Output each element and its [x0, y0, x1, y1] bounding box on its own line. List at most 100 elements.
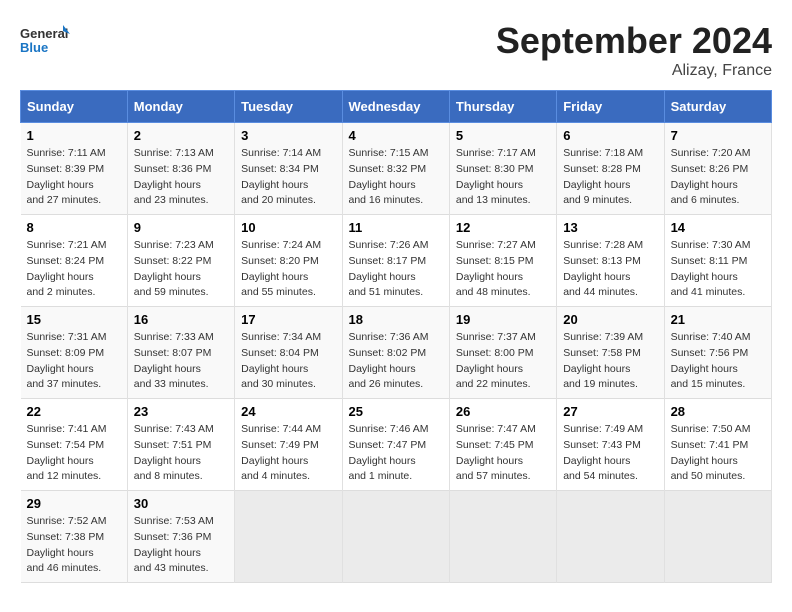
day-info: Sunrise: 7:37 AM Sunset: 8:00 PM Dayligh… [456, 330, 550, 393]
daylight-label: Daylight hours [671, 271, 738, 283]
daylight-and: and 46 minutes. [27, 562, 102, 574]
day-number: 13 [563, 220, 657, 235]
col-wednesday: Wednesday [342, 91, 449, 123]
calendar-cell: 3 Sunrise: 7:14 AM Sunset: 8:34 PM Dayli… [235, 123, 342, 215]
day-number: 29 [27, 496, 121, 511]
calendar-header-row: Sunday Monday Tuesday Wednesday Thursday… [21, 91, 772, 123]
day-number: 30 [134, 496, 228, 511]
daylight-and: and 9 minutes. [563, 194, 632, 206]
calendar-week-4: 22 Sunrise: 7:41 AM Sunset: 7:54 PM Dayl… [21, 399, 772, 491]
daylight-and: and 26 minutes. [349, 378, 424, 390]
daylight-and: and 33 minutes. [134, 378, 209, 390]
daylight-and: and 59 minutes. [134, 286, 209, 298]
day-info: Sunrise: 7:20 AM Sunset: 8:26 PM Dayligh… [671, 146, 765, 209]
page-header: General Blue September 2024 Alizay, Fran… [20, 20, 772, 80]
calendar-cell [557, 491, 664, 583]
daylight-label: Daylight hours [27, 363, 94, 375]
daylight-and: and 48 minutes. [456, 286, 531, 298]
daylight-label: Daylight hours [134, 363, 201, 375]
calendar-week-2: 8 Sunrise: 7:21 AM Sunset: 8:24 PM Dayli… [21, 215, 772, 307]
day-number: 8 [27, 220, 121, 235]
day-number: 14 [671, 220, 765, 235]
day-number: 2 [134, 128, 228, 143]
day-info: Sunrise: 7:14 AM Sunset: 8:34 PM Dayligh… [241, 146, 335, 209]
logo: General Blue [20, 20, 70, 60]
day-info: Sunrise: 7:53 AM Sunset: 7:36 PM Dayligh… [134, 514, 228, 577]
calendar-cell: 30 Sunrise: 7:53 AM Sunset: 7:36 PM Dayl… [127, 491, 234, 583]
calendar-cell: 14 Sunrise: 7:30 AM Sunset: 8:11 PM Dayl… [664, 215, 771, 307]
calendar-cell: 22 Sunrise: 7:41 AM Sunset: 7:54 PM Dayl… [21, 399, 128, 491]
day-info: Sunrise: 7:18 AM Sunset: 8:28 PM Dayligh… [563, 146, 657, 209]
day-number: 28 [671, 404, 765, 419]
daylight-and: and 51 minutes. [349, 286, 424, 298]
daylight-and: and 55 minutes. [241, 286, 316, 298]
daylight-label: Daylight hours [671, 179, 738, 191]
daylight-and: and 57 minutes. [456, 470, 531, 482]
day-number: 23 [134, 404, 228, 419]
calendar-cell: 26 Sunrise: 7:47 AM Sunset: 7:45 PM Dayl… [449, 399, 556, 491]
day-info: Sunrise: 7:40 AM Sunset: 7:56 PM Dayligh… [671, 330, 765, 393]
day-number: 5 [456, 128, 550, 143]
day-info: Sunrise: 7:23 AM Sunset: 8:22 PM Dayligh… [134, 238, 228, 301]
col-monday: Monday [127, 91, 234, 123]
calendar-cell [449, 491, 556, 583]
daylight-and: and 15 minutes. [671, 378, 746, 390]
day-number: 6 [563, 128, 657, 143]
calendar-cell: 10 Sunrise: 7:24 AM Sunset: 8:20 PM Dayl… [235, 215, 342, 307]
day-info: Sunrise: 7:21 AM Sunset: 8:24 PM Dayligh… [27, 238, 121, 301]
daylight-and: and 54 minutes. [563, 470, 638, 482]
day-info: Sunrise: 7:17 AM Sunset: 8:30 PM Dayligh… [456, 146, 550, 209]
daylight-label: Daylight hours [27, 179, 94, 191]
daylight-label: Daylight hours [241, 363, 308, 375]
daylight-label: Daylight hours [563, 271, 630, 283]
daylight-label: Daylight hours [27, 455, 94, 467]
day-number: 11 [349, 220, 443, 235]
day-number: 17 [241, 312, 335, 327]
daylight-and: and 22 minutes. [456, 378, 531, 390]
calendar-week-3: 15 Sunrise: 7:31 AM Sunset: 8:09 PM Dayl… [21, 307, 772, 399]
daylight-label: Daylight hours [134, 271, 201, 283]
day-number: 24 [241, 404, 335, 419]
daylight-label: Daylight hours [134, 179, 201, 191]
location: Alizay, France [496, 62, 772, 80]
day-info: Sunrise: 7:46 AM Sunset: 7:47 PM Dayligh… [349, 422, 443, 485]
day-info: Sunrise: 7:13 AM Sunset: 8:36 PM Dayligh… [134, 146, 228, 209]
day-number: 21 [671, 312, 765, 327]
day-number: 22 [27, 404, 121, 419]
calendar-cell: 15 Sunrise: 7:31 AM Sunset: 8:09 PM Dayl… [21, 307, 128, 399]
daylight-label: Daylight hours [671, 455, 738, 467]
day-info: Sunrise: 7:39 AM Sunset: 7:58 PM Dayligh… [563, 330, 657, 393]
day-number: 25 [349, 404, 443, 419]
daylight-label: Daylight hours [456, 179, 523, 191]
daylight-label: Daylight hours [349, 271, 416, 283]
calendar-cell [664, 491, 771, 583]
calendar-cell: 28 Sunrise: 7:50 AM Sunset: 7:41 PM Dayl… [664, 399, 771, 491]
calendar-cell: 11 Sunrise: 7:26 AM Sunset: 8:17 PM Dayl… [342, 215, 449, 307]
daylight-label: Daylight hours [456, 363, 523, 375]
day-info: Sunrise: 7:43 AM Sunset: 7:51 PM Dayligh… [134, 422, 228, 485]
daylight-label: Daylight hours [671, 363, 738, 375]
calendar-cell: 1 Sunrise: 7:11 AM Sunset: 8:39 PM Dayli… [21, 123, 128, 215]
daylight-label: Daylight hours [349, 179, 416, 191]
day-number: 26 [456, 404, 550, 419]
daylight-label: Daylight hours [456, 271, 523, 283]
col-tuesday: Tuesday [235, 91, 342, 123]
day-info: Sunrise: 7:44 AM Sunset: 7:49 PM Dayligh… [241, 422, 335, 485]
title-block: September 2024 Alizay, France [496, 20, 772, 80]
daylight-and: and 16 minutes. [349, 194, 424, 206]
logo-svg: General Blue [20, 20, 70, 60]
col-thursday: Thursday [449, 91, 556, 123]
daylight-label: Daylight hours [456, 455, 523, 467]
day-number: 18 [349, 312, 443, 327]
calendar-cell: 24 Sunrise: 7:44 AM Sunset: 7:49 PM Dayl… [235, 399, 342, 491]
daylight-label: Daylight hours [563, 179, 630, 191]
day-info: Sunrise: 7:47 AM Sunset: 7:45 PM Dayligh… [456, 422, 550, 485]
col-sunday: Sunday [21, 91, 128, 123]
calendar-cell: 9 Sunrise: 7:23 AM Sunset: 8:22 PM Dayli… [127, 215, 234, 307]
col-saturday: Saturday [664, 91, 771, 123]
calendar-cell: 4 Sunrise: 7:15 AM Sunset: 8:32 PM Dayli… [342, 123, 449, 215]
day-info: Sunrise: 7:24 AM Sunset: 8:20 PM Dayligh… [241, 238, 335, 301]
svg-text:General: General [20, 26, 68, 41]
daylight-and: and 12 minutes. [27, 470, 102, 482]
day-info: Sunrise: 7:33 AM Sunset: 8:07 PM Dayligh… [134, 330, 228, 393]
